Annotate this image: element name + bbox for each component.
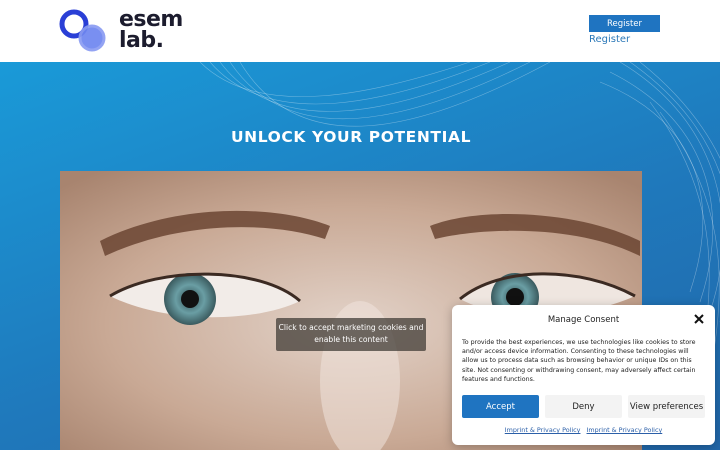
imprint-privacy-link-2[interactable]: Imprint & Privacy Policy: [587, 426, 663, 434]
view-preferences-button[interactable]: View preferences: [628, 395, 705, 418]
consent-title: Manage Consent: [547, 315, 620, 325]
register-link[interactable]: Register: [589, 34, 630, 45]
esem-lab-logo[interactable]: esem lab.: [59, 9, 189, 55]
hero-title: UNLOCK YOUR POTENTIAL: [230, 128, 472, 146]
accept-button[interactable]: Accept: [462, 395, 539, 418]
logo-circles-icon: [59, 9, 106, 52]
imprint-privacy-link-1[interactable]: Imprint & Privacy Policy: [505, 426, 581, 434]
consent-dialog: Manage Consent To provide the best exper…: [452, 305, 715, 445]
consent-description: To provide the best experiences, we use …: [462, 339, 696, 383]
cookie-accept-overlay[interactable]: Click to accept marketing cookies and en…: [276, 318, 426, 351]
deny-button[interactable]: Deny: [545, 395, 622, 418]
consent-links: Imprint & Privacy Policy Imprint & Priva…: [452, 426, 715, 434]
register-button[interactable]: Register: [589, 15, 660, 32]
close-icon[interactable]: [693, 313, 705, 325]
cookie-overlay-text-2: enable this content: [314, 335, 388, 344]
site-header: esem lab. Register Register: [0, 0, 720, 62]
cookie-overlay-text-1: Click to accept marketing cookies and: [278, 323, 424, 332]
logo-text: esem lab.: [119, 7, 183, 53]
